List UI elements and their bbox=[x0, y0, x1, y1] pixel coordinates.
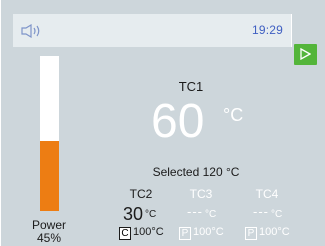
status-bar: 19:29 bbox=[13, 14, 291, 47]
channel-unit: °C bbox=[271, 209, 283, 220]
selected-setpoint[interactable]: Selected 120 °C bbox=[133, 165, 259, 179]
tc1-unit: °C bbox=[223, 105, 244, 125]
channel-value: 30 bbox=[122, 204, 143, 224]
channel-setpoint: 100°C bbox=[259, 226, 290, 238]
channel-name: TC3 bbox=[189, 187, 213, 201]
channel-setpoint: 100°C bbox=[193, 226, 224, 238]
channel-value: --- bbox=[253, 204, 269, 219]
channel-unit: °C bbox=[145, 209, 157, 220]
status-divider bbox=[291, 14, 292, 47]
tc1-label: TC1 bbox=[178, 79, 204, 94]
channel-tc2[interactable]: TC2 30 °C C 100°C bbox=[111, 187, 171, 240]
channel-value: --- bbox=[187, 204, 203, 219]
start-button[interactable] bbox=[294, 44, 317, 65]
power-value: 45% bbox=[36, 231, 62, 245]
channel-setpoint: 100°C bbox=[133, 226, 164, 238]
tc1-temperature[interactable]: 60 bbox=[151, 96, 204, 148]
play-icon bbox=[300, 48, 311, 60]
channel-tc4[interactable]: TC4 --- °C P 100°C bbox=[237, 187, 297, 240]
speaker-icon[interactable] bbox=[21, 24, 43, 38]
channel-mode-badge[interactable]: C bbox=[119, 227, 131, 240]
clock-time: 19:29 bbox=[251, 23, 283, 37]
channel-tc3[interactable]: TC3 --- °C P 100°C bbox=[171, 187, 231, 240]
channel-mode-badge[interactable]: P bbox=[179, 227, 191, 240]
channel-unit: °C bbox=[205, 209, 217, 220]
power-readout: Power 45% bbox=[27, 219, 71, 245]
channel-name: TC2 bbox=[129, 187, 153, 201]
channel-mode-badge[interactable]: P bbox=[245, 227, 257, 240]
controller-screen: 19:29 Power 45% TC1 60 °C Selected 120 °… bbox=[1, 0, 325, 246]
power-bar-fill bbox=[40, 141, 59, 211]
channel-name: TC4 bbox=[255, 187, 279, 201]
power-bar bbox=[40, 56, 59, 211]
